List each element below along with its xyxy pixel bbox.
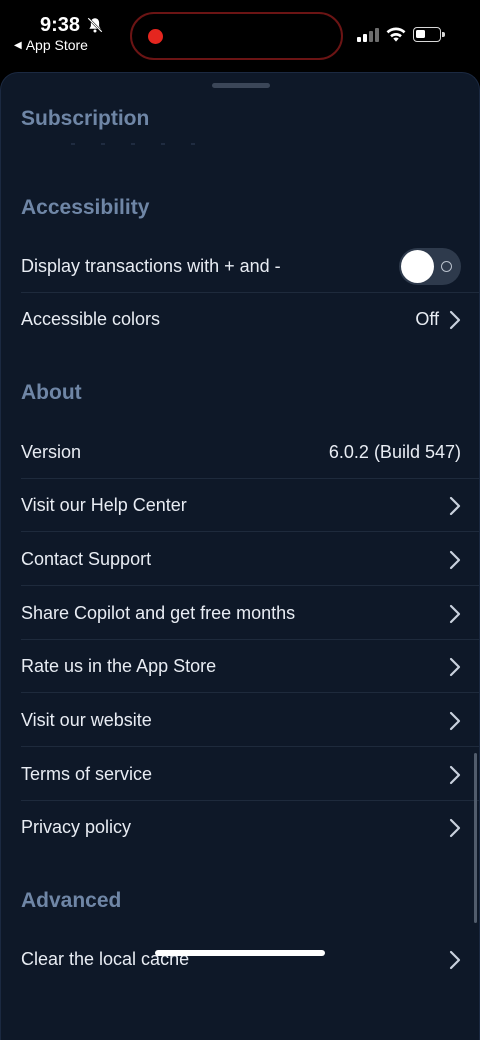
wifi-icon — [386, 27, 406, 42]
bell-slash-icon — [87, 17, 103, 33]
back-to-app-store-link[interactable]: ◀ App Store — [14, 37, 88, 53]
row-label: Share Copilot and get free months — [21, 603, 296, 623]
toggle-knob — [401, 250, 434, 283]
toggle-off-indicator-icon — [441, 261, 452, 272]
row-display-transactions: Display transactions with + and - — [21, 240, 479, 293]
row-label: Contact Support — [21, 549, 152, 569]
settings-sheet: Subscription Accessibility Display trans… — [0, 72, 480, 1040]
home-indicator[interactable] — [155, 950, 325, 956]
row-label: Terms of service — [21, 764, 153, 784]
clock: 9:38 — [40, 14, 81, 36]
section-title-about: About — [21, 381, 82, 404]
sheet-grabber[interactable] — [212, 83, 270, 88]
row-value: Off — [415, 309, 439, 329]
row-terms-of-service[interactable]: Terms of service — [21, 748, 479, 801]
divider — [71, 143, 211, 145]
row-help-center[interactable]: Visit our Help Center — [21, 479, 479, 532]
chevron-right-icon — [449, 657, 461, 676]
chevron-right-icon — [449, 604, 461, 623]
chevron-right-icon — [449, 310, 461, 329]
status-bar: 9:38 ◀ App Store — [0, 0, 480, 62]
back-arrow-icon: ◀ — [14, 39, 22, 51]
back-app-label: App Store — [25, 37, 88, 53]
chevron-right-icon — [449, 711, 461, 730]
chevron-right-icon — [449, 818, 461, 837]
row-label: Version — [21, 442, 82, 462]
row-label: Accessible colors — [21, 309, 161, 329]
row-label: Privacy policy — [21, 817, 132, 837]
row-accessible-colors[interactable]: Accessible colors Off — [21, 293, 461, 346]
section-title-advanced: Advanced — [21, 889, 122, 912]
row-version: Version 6.0.2 (Build 547) — [21, 426, 479, 479]
row-share-copilot[interactable]: Share Copilot and get free months — [21, 587, 479, 640]
row-visit-website[interactable]: Visit our website — [21, 694, 479, 747]
row-privacy-policy[interactable]: Privacy policy — [21, 801, 461, 854]
row-rate-app-store[interactable]: Rate us in the App Store — [21, 640, 479, 693]
row-label: Visit our website — [21, 710, 152, 730]
dynamic-island — [130, 12, 343, 60]
row-label: Display transactions with + and - — [21, 256, 281, 276]
display-transactions-toggle[interactable] — [399, 248, 461, 285]
version-value: 6.0.2 (Build 547) — [328, 442, 461, 462]
scrollbar[interactable] — [474, 753, 477, 923]
chevron-right-icon — [449, 550, 461, 569]
section-title-subscription: Subscription — [21, 107, 150, 130]
section-title-accessibility: Accessibility — [21, 196, 150, 219]
chevron-right-icon — [449, 950, 461, 969]
chevron-right-icon — [449, 765, 461, 784]
battery-icon — [413, 27, 445, 42]
row-clear-local-cache[interactable]: Clear the local cache — [21, 933, 461, 986]
row-label: Visit our Help Center — [21, 495, 187, 515]
cellular-signal-icon — [357, 28, 379, 42]
recording-dot-icon — [148, 29, 163, 44]
row-label: Rate us in the App Store — [21, 656, 217, 676]
chevron-right-icon — [449, 496, 461, 515]
row-contact-support[interactable]: Contact Support — [21, 533, 479, 586]
